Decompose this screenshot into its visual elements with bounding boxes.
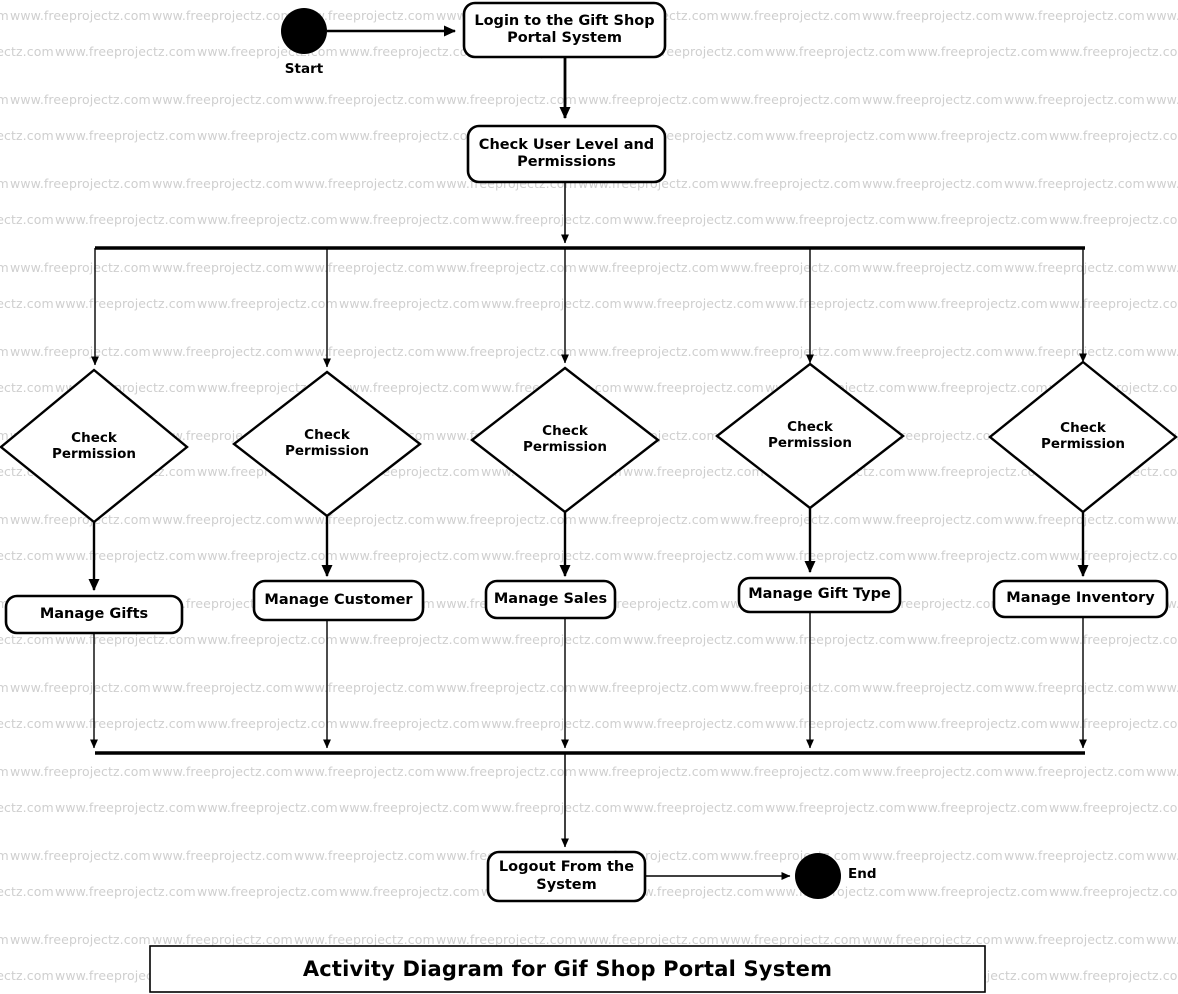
decision-label-2: Check Permission [285, 427, 369, 459]
activity-diagram-canvas: www.freeprojectz.comwww.freeprojectz.com… [0, 0, 1178, 994]
decision-label-4: Check Permission [768, 419, 852, 451]
decision-label-1: Check Permission [52, 430, 136, 462]
activity-manage-gift-type-label: Manage Gift Type [748, 586, 891, 603]
activity-manage-gifts-label: Manage Gifts [39, 605, 149, 622]
diagram-title: Activity Diagram for Gif Shop Portal Sys… [302, 956, 833, 981]
activity-logout-label: Logout From the System [498, 859, 635, 893]
decision-label-3: Check Permission [523, 423, 607, 455]
start-node-circle [281, 8, 327, 54]
activity-manage-sales-label: Manage Sales [493, 590, 608, 607]
activity-manage-inventory-label: Manage Inventory [1006, 590, 1155, 607]
decision-label-5: Check Permission [1041, 420, 1125, 452]
activity-check-user-label: Check User Level and Permissions [478, 136, 655, 170]
activity-manage-customer-label: Manage Customer [264, 591, 413, 608]
end-node-label: End [848, 866, 877, 883]
end-node-circle [795, 853, 841, 899]
activity-login-label: Login to the Gift Shop Portal System [474, 12, 655, 46]
start-node-label: Start [284, 61, 324, 78]
